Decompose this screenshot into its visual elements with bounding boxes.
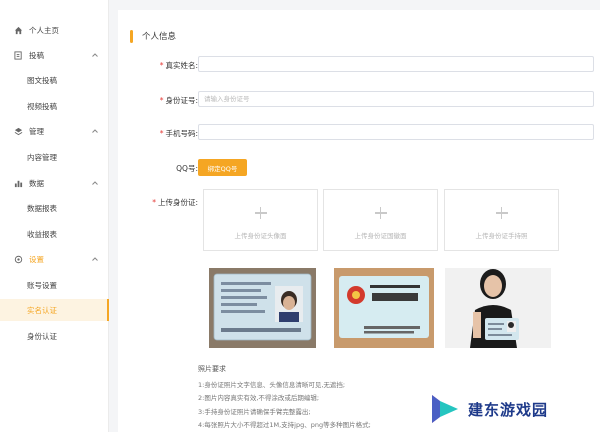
watermark-text: 建东游戏园: [468, 400, 549, 419]
sidebar-item-label: 身份认证: [27, 331, 57, 341]
upload-id-back[interactable]: 上传身份证国徽面: [323, 189, 438, 251]
edit-icon: [14, 50, 23, 60]
sidebar-item-data[interactable]: 数据: [0, 172, 109, 194]
chevron-up-icon: [92, 181, 98, 185]
note-line: 4:每张照片大小不得超过1M,支持jpg、png等多种图片格式;: [198, 421, 371, 429]
sidebar-item-video-submit[interactable]: 视频投稿: [0, 95, 109, 117]
sidebar-item-label: 数据: [29, 178, 44, 188]
required-mark: *: [159, 129, 164, 138]
sidebar-item-article-submit[interactable]: 图文投稿: [0, 69, 109, 91]
upload-id-handheld[interactable]: 上传身份证手持照: [444, 189, 559, 251]
required-mark: *: [159, 96, 164, 105]
sample-id-back-image: [334, 268, 434, 348]
sample-handheld-image: [445, 268, 551, 348]
upload-text: 上传身份证手持照: [475, 232, 528, 240]
chevron-up-icon: [92, 129, 98, 133]
watermark-logo-icon: [432, 395, 458, 423]
sidebar-item-label: 管理: [29, 126, 44, 136]
phone-input[interactable]: [198, 124, 594, 140]
real-name-label-text: 真实姓名:: [165, 61, 198, 70]
sidebar: 个人主页 投稿 图文投稿 视频投稿 管理 内容管理 数据 数据报表 收益报表 设…: [0, 0, 109, 432]
sidebar-item-label: 收益报表: [27, 229, 57, 239]
id-number-input[interactable]: [198, 91, 594, 107]
chevron-up-icon: [92, 53, 98, 57]
sidebar-item-account-settings[interactable]: 账号设置: [0, 274, 109, 296]
sidebar-item-label: 个人主页: [29, 25, 59, 35]
sidebar-item-identity-auth[interactable]: 身份认证: [0, 325, 109, 347]
sidebar-item-content-manage[interactable]: 内容管理: [0, 146, 109, 168]
section-title: 个人信息: [130, 29, 176, 43]
sample-id-front-image: [209, 268, 316, 348]
upload-text: 上传身份证国徽面: [354, 232, 407, 240]
main-panel: 个人信息 *真实姓名: *身份证号: *手机号码: QQ号: 绑定QQ号 *上传…: [118, 10, 600, 432]
sidebar-item-home[interactable]: 个人主页: [0, 19, 109, 41]
id-number-label: * 身份证号:: [118, 95, 198, 106]
plus-icon: [495, 207, 508, 219]
sidebar-item-label: 内容管理: [27, 152, 57, 162]
phone-label-text: 手机号码:: [165, 129, 198, 138]
sidebar-item-label: 账号设置: [27, 280, 57, 290]
upload-text: 上传身份证头像面: [234, 232, 287, 240]
sidebar-item-manage[interactable]: 管理: [0, 120, 109, 142]
home-icon: [14, 26, 23, 35]
upload-id-front[interactable]: 上传身份证头像面: [203, 189, 318, 251]
plus-icon: [374, 207, 387, 219]
settings-icon: [14, 255, 23, 264]
bind-qq-button[interactable]: 绑定QQ号: [198, 159, 247, 176]
note-line: 3:手持身份证照片请确保手臂完整露出;: [198, 408, 311, 416]
notes-title: 照片要求: [198, 365, 226, 373]
sidebar-item-income-report[interactable]: 收益报表: [0, 223, 109, 245]
watermark: 建东游戏园: [428, 386, 600, 432]
section-accent-bar: [130, 29, 133, 43]
sidebar-item-realname-auth[interactable]: 实名认证: [0, 299, 109, 321]
upload-id-label: * 上传身份证:: [118, 197, 198, 208]
required-mark: *: [152, 198, 156, 207]
qq-label-text: QQ号:: [176, 164, 198, 173]
sidebar-item-settings[interactable]: 设置: [0, 248, 109, 270]
real-name-label: * 真实姓名:: [118, 60, 198, 71]
note-line: 2:图片内容真实有效,不得涂改或后期编辑;: [198, 394, 320, 402]
note-line: 1:身份证照片文字信息、头像信息清晰可见,无遮挡;: [198, 381, 346, 389]
real-name-input[interactable]: [198, 56, 594, 72]
plus-icon: [254, 207, 267, 219]
section-title-text: 个人信息: [142, 32, 177, 42]
chevron-up-icon: [92, 257, 98, 261]
sidebar-item-data-report[interactable]: 数据报表: [0, 197, 109, 219]
sidebar-item-submit[interactable]: 投稿: [0, 44, 109, 66]
bar-chart-icon: [14, 179, 23, 188]
required-mark: *: [159, 61, 164, 70]
sidebar-item-label: 数据报表: [27, 203, 57, 213]
sidebar-item-label: 视频投稿: [27, 101, 57, 111]
layers-icon: [14, 127, 23, 136]
sidebar-item-label: 实名认证: [27, 305, 57, 315]
id-number-label-text: 身份证号:: [165, 96, 198, 105]
phone-label: * 手机号码:: [118, 128, 198, 139]
sidebar-item-label: 图文投稿: [27, 75, 57, 85]
qq-label: QQ号:: [118, 163, 198, 174]
upload-id-label-text: 上传身份证:: [157, 198, 198, 207]
sidebar-item-label: 设置: [29, 254, 44, 264]
sidebar-item-label: 投稿: [29, 50, 44, 60]
